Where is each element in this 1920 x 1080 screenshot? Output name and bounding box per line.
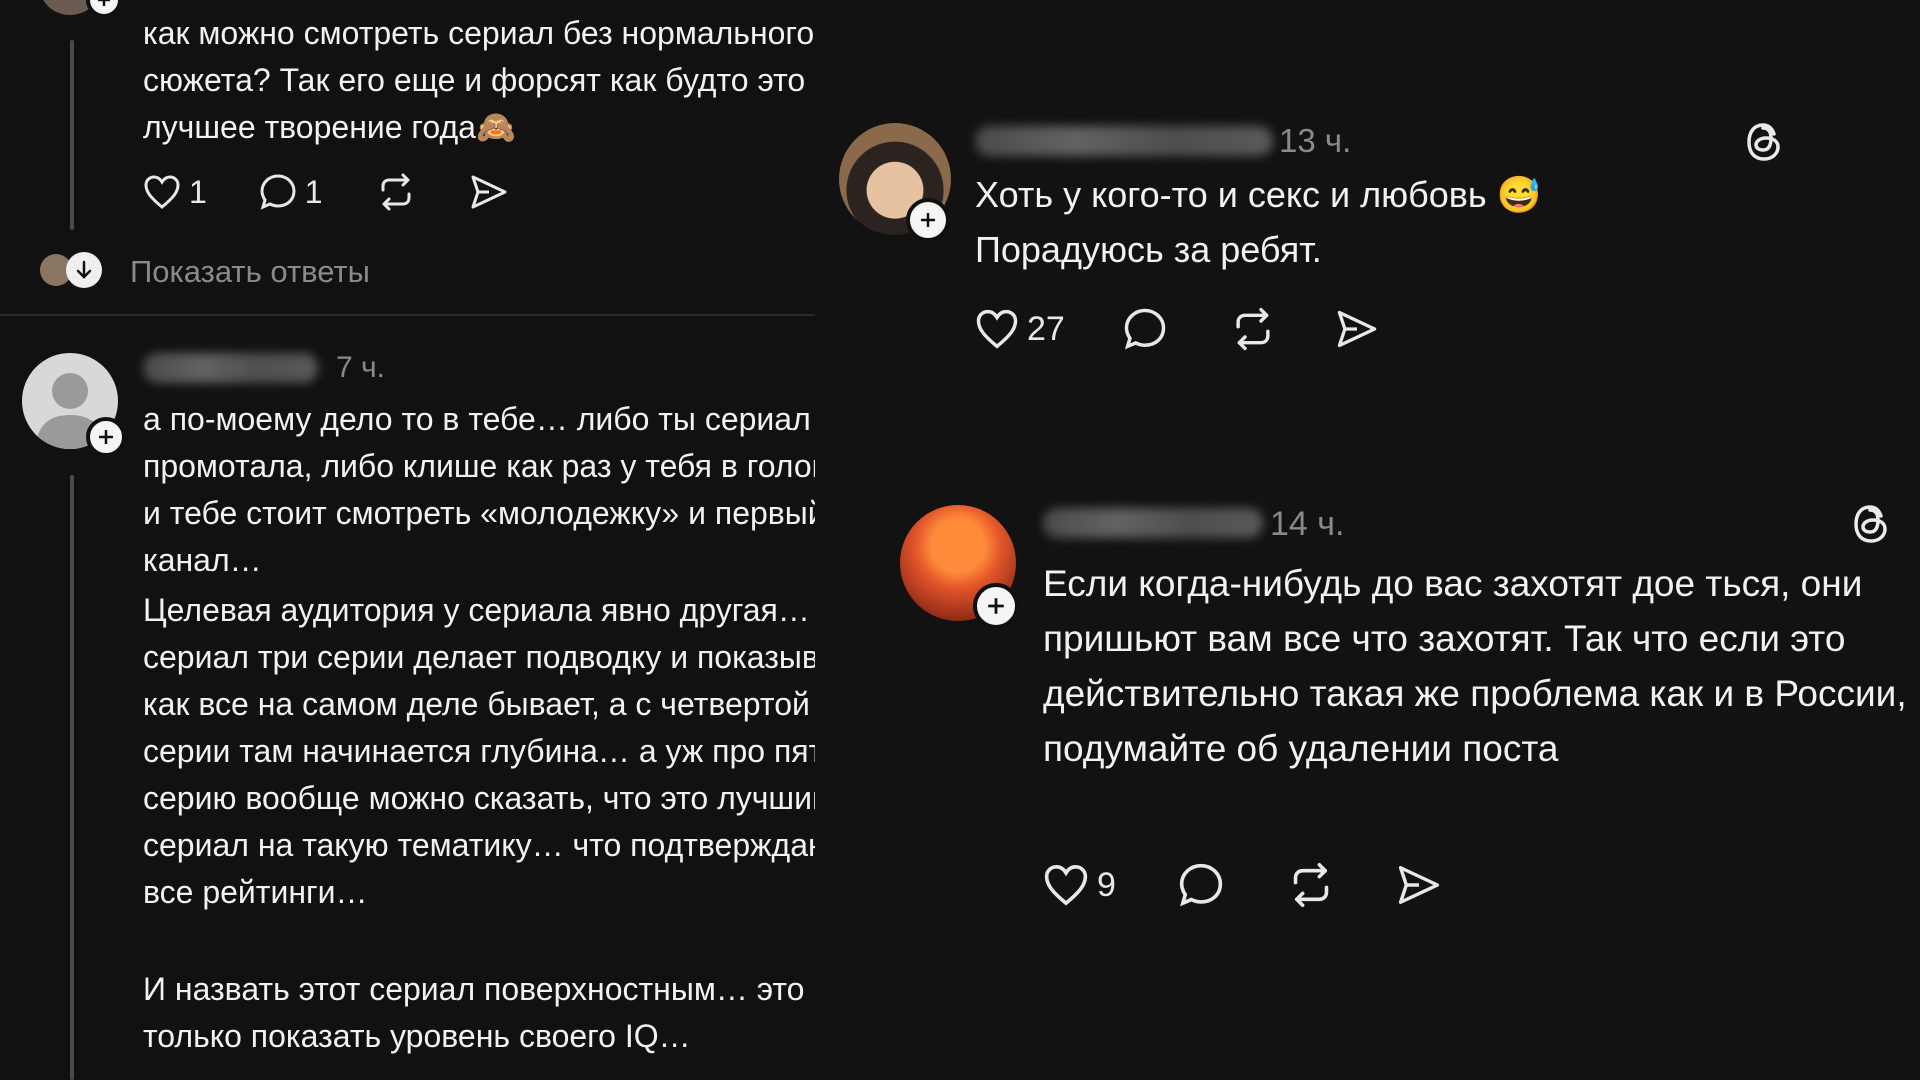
share-icon: [471, 175, 507, 209]
comment-icon: [260, 174, 296, 210]
username-redacted[interactable]: [975, 126, 1273, 156]
share-button[interactable]: [1396, 863, 1442, 907]
repost-button[interactable]: [1286, 861, 1336, 909]
divider: [0, 314, 815, 316]
follow-plus-icon[interactable]: [906, 198, 950, 242]
post-actions: 27: [975, 305, 1379, 353]
post-text: Хоть у кого-то и секс и любовь 😅: [975, 174, 1542, 215]
threads-logo-icon[interactable]: [1850, 502, 1892, 551]
show-replies-link[interactable]: Показать ответы: [130, 254, 370, 290]
reply-count: 1: [304, 173, 323, 210]
share-icon: [1337, 310, 1377, 348]
heart-icon: [144, 175, 180, 209]
follow-plus-icon[interactable]: [86, 0, 122, 18]
share-button[interactable]: [469, 173, 509, 211]
expand-replies-icon[interactable]: [66, 252, 102, 288]
follow-plus-icon[interactable]: [973, 583, 1019, 629]
thread-line: [70, 40, 74, 230]
like-count: 1: [189, 173, 207, 210]
follow-plus-icon[interactable]: [86, 417, 126, 457]
thread-line: [70, 475, 74, 1080]
username-redacted[interactable]: [1043, 508, 1263, 538]
timestamp: 14 ч.: [1270, 505, 1345, 543]
share-icon: [1398, 866, 1440, 904]
share-button[interactable]: [1335, 308, 1379, 350]
comment-button[interactable]: 1: [259, 173, 323, 211]
heart-icon: [976, 309, 1018, 349]
repost-button[interactable]: [375, 172, 417, 212]
timestamp: 13 ч.: [1279, 122, 1352, 159]
left-screenshot-panel: как можно смотреть сериал без нормальног…: [0, 0, 887, 1080]
like-button[interactable]: 1: [143, 174, 207, 211]
reply-paragraph: а по-моему дело то в тебе… либо ты сериа…: [143, 401, 847, 578]
username-redacted[interactable]: [143, 353, 318, 383]
comment-icon: [1124, 308, 1166, 350]
timestamp: 7 ч.: [336, 351, 385, 384]
comment-actions: 1 1: [143, 170, 509, 214]
repost-icon: [1236, 307, 1270, 351]
like-button[interactable]: 9: [1043, 863, 1116, 907]
post-text: Порадуюсь за ребят.: [975, 229, 1322, 270]
reply-paragraph: Целевая аудитория у сериала явно другая……: [143, 592, 868, 910]
threads-logo-icon[interactable]: [1743, 120, 1785, 169]
like-count: 27: [1027, 309, 1065, 348]
repost-icon: [381, 173, 411, 211]
like-count: 9: [1097, 865, 1116, 904]
comment-icon: [1179, 863, 1223, 907]
right-screenshot-panel: 13 ч. Хоть у кого-то и секс и любовь 😅 П…: [815, 0, 1920, 1080]
comment-button[interactable]: [1123, 307, 1167, 351]
like-button[interactable]: 27: [975, 308, 1065, 350]
post-actions: 9: [1043, 861, 1442, 909]
repost-button[interactable]: [1229, 306, 1277, 352]
comment-button[interactable]: [1178, 862, 1224, 908]
reply-paragraph: И назвать этот сериал поверхностным… это…: [143, 971, 805, 1054]
heart-icon: [1044, 865, 1088, 906]
comment-text: как можно смотреть сериал без нормальног…: [143, 15, 815, 145]
repost-icon: [1293, 862, 1329, 908]
post-text: Если когда-нибудь до вас захотят дое тьс…: [1043, 563, 1907, 769]
